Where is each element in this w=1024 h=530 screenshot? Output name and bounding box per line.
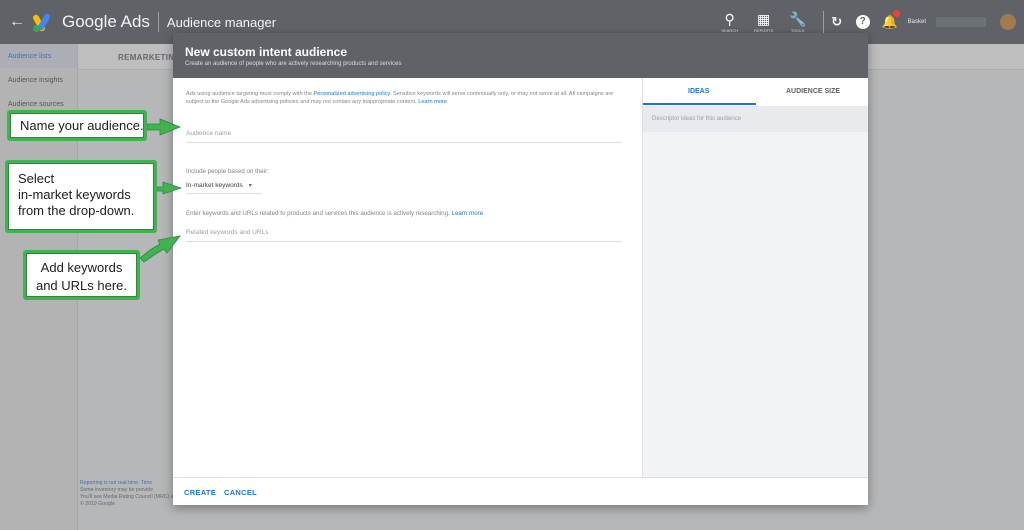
arrow-name [146,118,182,136]
callout-select-keywords: Select in-market keywords from the drop-… [5,160,157,233]
callout-add-keywords: Add keywords and URLs here. [23,250,140,300]
arrow-select [156,181,183,195]
arrow-add [139,235,181,263]
callout-arrows [139,118,183,263]
callout-name-audience: Name your audience. [7,110,147,141]
